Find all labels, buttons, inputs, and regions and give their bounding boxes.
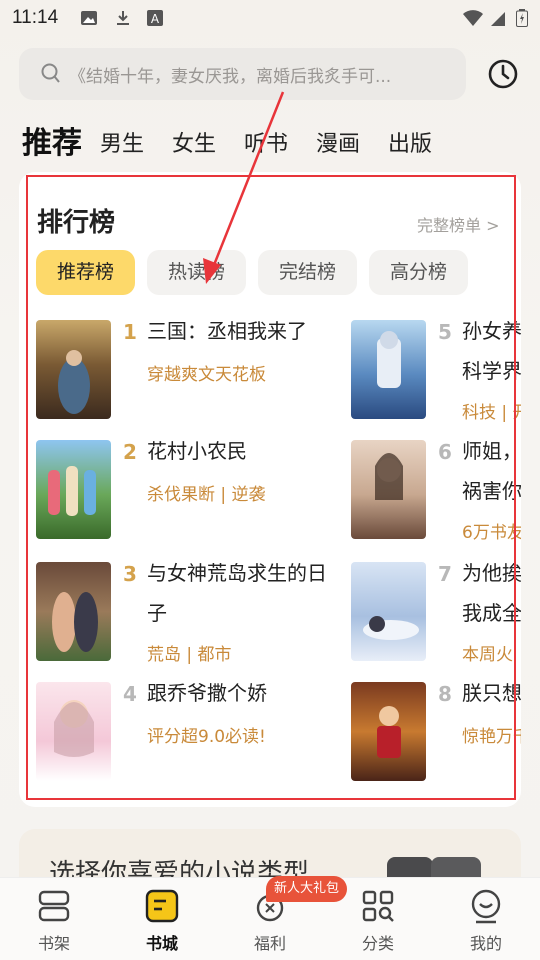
battery-icon: [516, 9, 528, 27]
nav-bookshelf[interactable]: 书架: [0, 878, 108, 960]
download-icon: [117, 11, 129, 25]
grid-search-icon: [362, 890, 394, 922]
ranking-title: 排行榜: [37, 208, 116, 238]
book-tag: 惊艳万千: [462, 727, 521, 747]
book-title: 跟乔爷撒个娇: [147, 681, 267, 705]
book-rank: 7: [438, 562, 452, 586]
book-tag: 本周火: [462, 645, 513, 665]
book-tag: 杀伐果断 | 逆袭: [147, 485, 266, 505]
chip-hot[interactable]: 热读榜: [147, 250, 246, 295]
book-item[interactable]: 5 孙女养 科学界 科技 | 开: [351, 319, 521, 430]
chip-recommend[interactable]: 推荐榜: [36, 250, 135, 295]
book-title-line2: 祸害你: [462, 479, 521, 503]
book-tag: 荒岛 | 都市: [147, 645, 232, 665]
search-placeholder: 《结婚十年，妻女厌我，离婚后我炙手可...: [69, 67, 392, 87]
book-cover: [351, 320, 426, 419]
new-user-gift-badge[interactable]: 新人大礼包: [266, 876, 348, 902]
book-cover: [36, 682, 111, 781]
book-title-line2: 我成全: [462, 601, 521, 625]
nav-label: 书架: [37, 934, 70, 953]
book-rank: 6: [438, 440, 452, 464]
chip-high-score[interactable]: 高分榜: [369, 250, 468, 295]
book-title: 为他挨: [462, 561, 521, 585]
bookshelf-icon: [38, 890, 70, 922]
smile-profile-icon: [471, 889, 501, 924]
book-title: 孙女养: [462, 319, 521, 343]
status-bar: 11:14 A: [0, 0, 540, 36]
book-item[interactable]: 8 朕只想 惊艳万千: [351, 681, 521, 782]
book-tag: 评分超9.0必读!: [147, 727, 266, 747]
nav-label: 福利: [253, 934, 286, 953]
book-cover: [36, 320, 111, 419]
tab-female[interactable]: 女生: [172, 126, 216, 158]
status-time: 11:14: [12, 7, 59, 28]
full-ranking-link[interactable]: 完整榜单 >: [417, 212, 500, 236]
tab-publish[interactable]: 出版: [388, 126, 432, 158]
book-title-line2: 科学界: [462, 359, 521, 383]
book-item[interactable]: 4 跟乔爷撒个娇 评分超9.0必读!: [36, 681, 336, 782]
book-title: 朕只想: [462, 681, 521, 705]
book-rank: 5: [438, 320, 452, 344]
book-title: 花村小农民: [147, 439, 247, 463]
book-rank: 1: [123, 320, 137, 344]
search-bar[interactable]: 《结婚十年，妻女厌我，离婚后我炙手可...: [19, 48, 466, 100]
signal-icon: [491, 12, 505, 26]
wifi-icon: [463, 10, 483, 26]
svg-text:A: A: [151, 12, 160, 26]
nav-profile[interactable]: 我的: [432, 878, 540, 960]
nav-label: 我的: [469, 934, 502, 953]
book-tag: 6万书友: [462, 523, 521, 543]
book-cover: [351, 440, 426, 539]
search-icon: [41, 63, 60, 83]
book-item[interactable]: 7 为他挨 我成全 本周火: [351, 561, 521, 672]
book-rank: 4: [123, 682, 137, 706]
book-cover: [36, 440, 111, 539]
tab-audiobook[interactable]: 听书: [244, 126, 288, 158]
chip-completed[interactable]: 完结榜: [258, 250, 357, 295]
book-title: 与女神荒岛求生的日子: [147, 561, 327, 625]
book-item[interactable]: 3 与女神荒岛求生的日子 荒岛 | 都市: [36, 561, 336, 672]
book-open-icon: [145, 889, 179, 923]
book-tag: 穿越爽文天花板: [147, 365, 266, 385]
history-clock-icon[interactable]: [486, 57, 520, 91]
image-icon: [81, 11, 97, 25]
tab-male[interactable]: 男生: [100, 126, 144, 158]
nav-label: 书城: [145, 934, 178, 953]
book-cover: [36, 562, 111, 661]
book-title: 师姐，: [462, 439, 521, 463]
book-rank: 2: [123, 440, 137, 464]
nav-label: 分类: [361, 934, 394, 953]
book-item[interactable]: 6 师姐， 祸害你 6万书友: [351, 439, 521, 550]
tab-comic[interactable]: 漫画: [316, 126, 360, 158]
book-tag: 科技 | 开: [462, 403, 521, 423]
nav-bookstore[interactable]: 书城: [108, 878, 216, 960]
book-item[interactable]: 2 花村小农民 杀伐果断 | 逆袭: [36, 439, 336, 540]
book-title: 三国：丞相我来了: [147, 319, 307, 343]
book-cover: [351, 682, 426, 781]
book-item[interactable]: 1 三国：丞相我来了 穿越爽文天花板: [36, 319, 336, 420]
a-icon: A: [147, 10, 163, 26]
book-cover: [351, 562, 426, 661]
tab-recommend[interactable]: 推荐: [22, 118, 82, 162]
book-rank: 3: [123, 562, 137, 586]
book-rank: 8: [438, 682, 452, 706]
ranking-card: 排行榜 完整榜单 > 推荐榜 热读榜 完结榜 高分榜 1 三国：丞相我来了 穿越…: [19, 172, 521, 807]
